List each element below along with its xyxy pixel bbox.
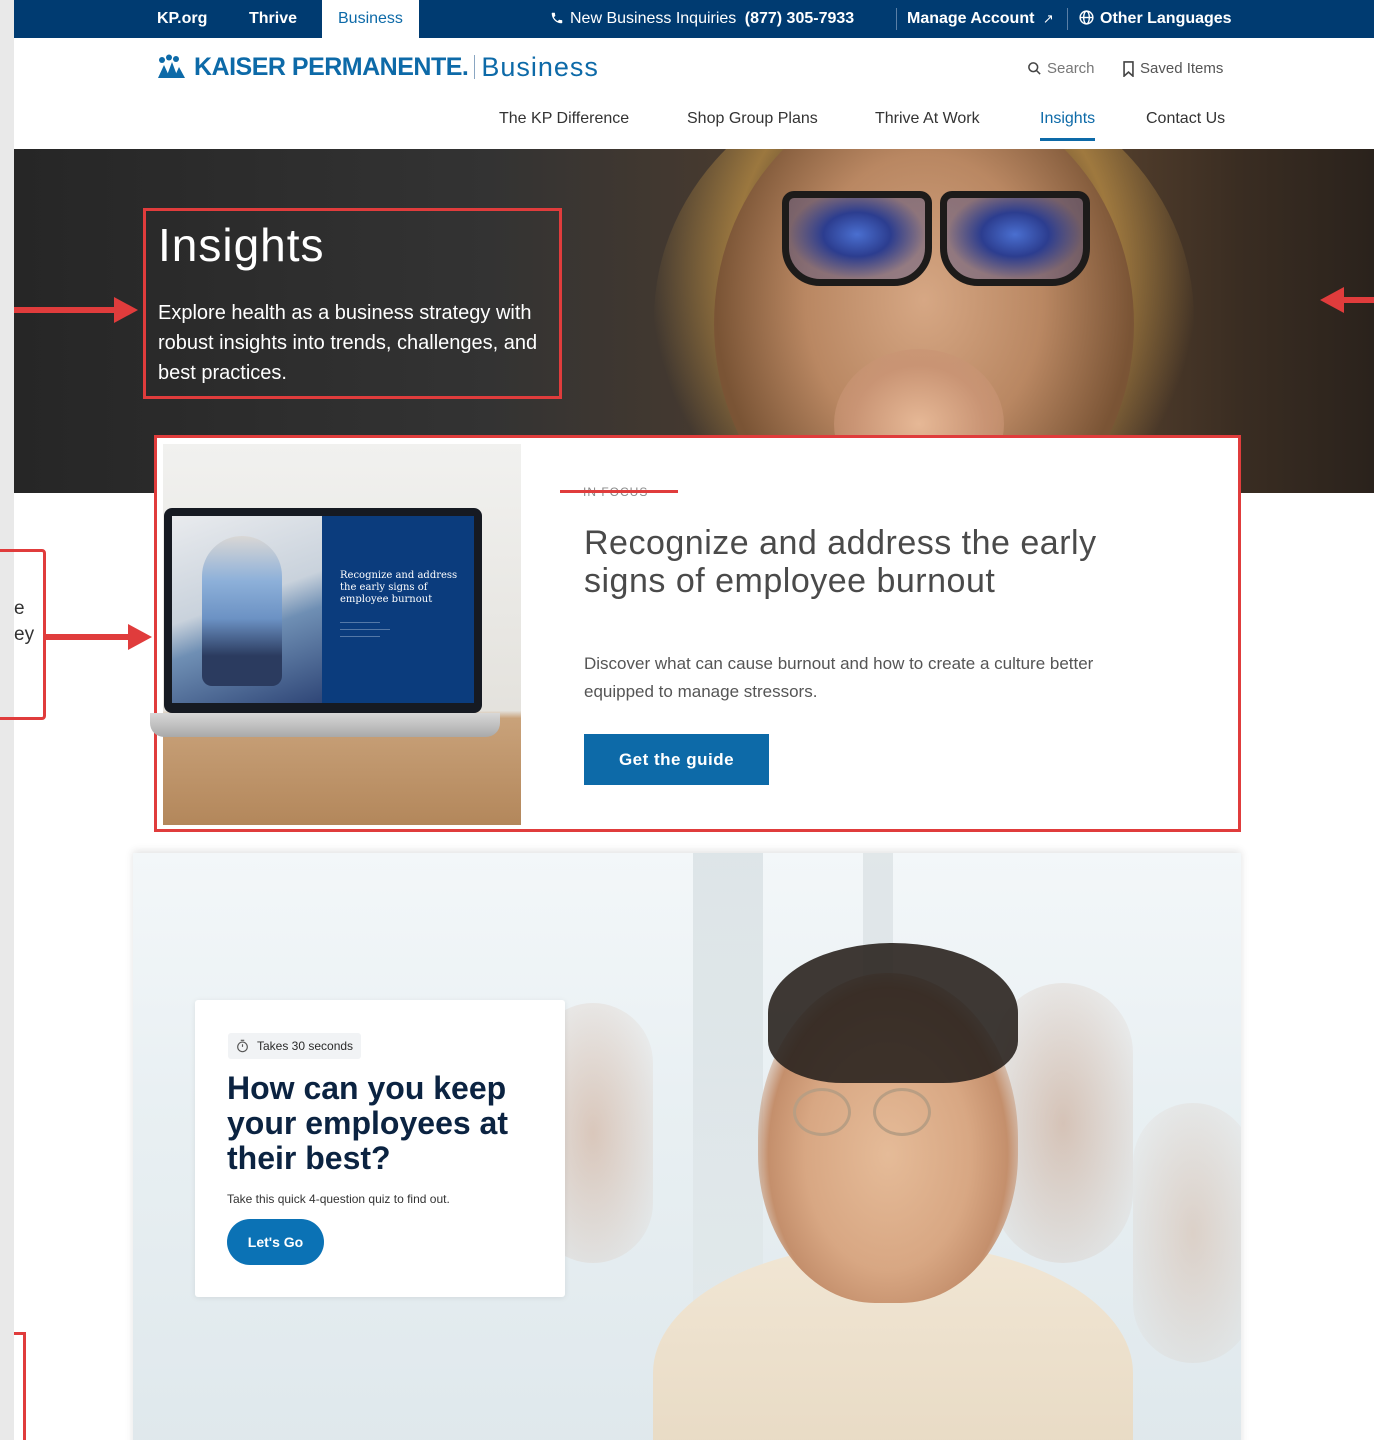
logo-divider xyxy=(474,55,476,79)
saved-items-link[interactable]: Saved Items xyxy=(1122,60,1223,77)
kp-logo-icon xyxy=(158,54,185,78)
annotation-arrow-right xyxy=(46,624,152,650)
quiz-subtitle: Take this quick 4-question quiz to find … xyxy=(227,1192,450,1206)
focus-title: Recognize and address the early signs of… xyxy=(584,524,1097,600)
annotation-arrow-right xyxy=(14,297,138,323)
globe-icon xyxy=(1079,10,1094,25)
tab-business[interactable]: Business xyxy=(322,0,419,38)
tab-thrive[interactable]: Thrive xyxy=(249,0,297,38)
laptop-screen-text: Recognize and address the early signs of… xyxy=(322,516,474,703)
annotation-arrow-left xyxy=(1320,287,1374,313)
logo-wordmark: KAISER PERMANENTE. xyxy=(194,52,469,81)
other-languages-label: Other Languages xyxy=(1100,10,1232,27)
stopwatch-icon xyxy=(237,1039,248,1053)
phone-icon xyxy=(551,12,563,24)
nav-thrive-at-work[interactable]: Thrive At Work xyxy=(875,110,980,128)
cropped-text-line-1: e xyxy=(14,598,25,619)
other-languages-link[interactable]: Other Languages xyxy=(1078,0,1232,38)
kp-business-logo[interactable]: KAISER PERMANENTE. Business xyxy=(156,50,599,84)
nav-kp-difference[interactable]: The KP Difference xyxy=(499,110,629,128)
time-badge: Takes 30 seconds xyxy=(228,1033,362,1059)
annotation-box-bottom-left xyxy=(14,1332,26,1440)
search-label: Search xyxy=(1047,60,1095,77)
background-person xyxy=(1133,1103,1241,1363)
laptop-title: Recognize and address the early signs of… xyxy=(340,570,458,605)
quiz-title: How can you keep your employees at their… xyxy=(227,1070,508,1176)
inquiry-phone: (877) 305-7933 xyxy=(744,10,855,27)
saved-items-label: Saved Items xyxy=(1140,60,1224,77)
separator xyxy=(1067,8,1068,30)
time-badge-label: Takes 30 seconds xyxy=(257,1039,354,1053)
laptop-image: Recognize and address the early signs of… xyxy=(164,508,482,713)
external-link-icon: ↗ xyxy=(1042,11,1054,26)
hero-photo-glasses-left xyxy=(782,191,932,286)
man-hair xyxy=(768,943,1018,1083)
nav-insights[interactable]: Insights xyxy=(1040,110,1096,141)
laptop-body-lines: ———————— —————————— ———————— xyxy=(340,620,390,640)
nav-shop-group-plans[interactable]: Shop Group Plans xyxy=(687,110,818,128)
focus-description: Discover what can cause burnout and how … xyxy=(584,654,1094,701)
laptop-base xyxy=(150,713,500,737)
cropped-text-line-2: ey xyxy=(14,624,35,645)
utility-bar: KP.org Thrive Business New Business Inqu… xyxy=(14,0,1374,38)
page-title: Insights xyxy=(158,219,325,271)
laptop-photo xyxy=(172,516,322,703)
left-gutter xyxy=(0,0,14,1440)
tab-kp-org[interactable]: KP.org xyxy=(157,0,207,38)
bookmark-icon xyxy=(1123,60,1134,77)
man-glasses-left xyxy=(793,1088,851,1136)
manage-account-link[interactable]: Manage Account ↗ xyxy=(907,0,1054,38)
inquiry-label: New Business Inquiries xyxy=(570,10,737,27)
man-glasses-right xyxy=(873,1088,931,1136)
nav-contact-us[interactable]: Contact Us xyxy=(1146,110,1225,128)
hero-photo-glasses-right xyxy=(940,191,1090,286)
lets-go-button[interactable]: Let's Go xyxy=(227,1219,324,1265)
search-icon xyxy=(1028,62,1041,75)
hero-subtitle: Explore health as a business strategy wi… xyxy=(158,302,538,384)
annotation-strike xyxy=(560,490,678,493)
new-business-inquiries-link[interactable]: New Business Inquiries (877) 305-7933 xyxy=(550,0,854,38)
separator xyxy=(896,8,897,30)
get-the-guide-button[interactable]: Get the guide xyxy=(584,734,769,785)
search-link[interactable]: Search xyxy=(1027,60,1095,77)
logo-business: Business xyxy=(481,51,599,82)
manage-account-label: Manage Account xyxy=(907,10,1035,27)
